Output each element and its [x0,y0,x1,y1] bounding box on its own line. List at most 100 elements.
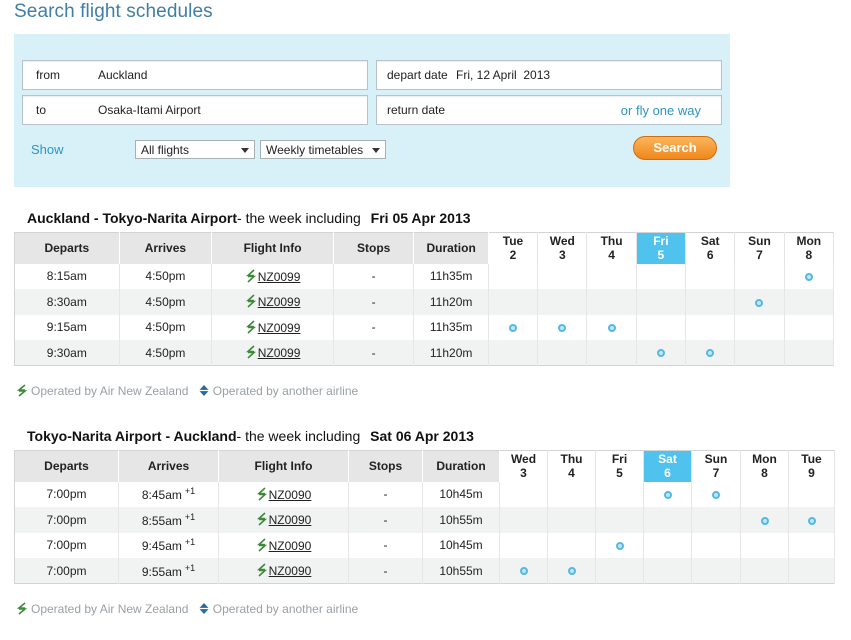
fly-one-way-link[interactable]: or fly one way [621,103,701,118]
day-name: Tue [801,452,822,467]
day-cell [586,340,637,366]
day-cell[interactable] [537,314,588,340]
header-row: Departs Arrives Flight Info Stops Duration We… [14,450,835,482]
to-value: Osaka-Itami Airport [98,103,201,117]
flight-number-link[interactable]: NZ0090 [269,539,312,553]
day-cell[interactable] [636,340,687,366]
day-name: Thu [560,452,583,467]
table-row: 9:15am 4:50pm NZ0099 -11h35m [14,314,835,340]
operates-dot-icon[interactable] [656,349,665,358]
day-cell [643,558,692,584]
day-cell[interactable] [499,558,548,584]
timetable-select[interactable]: Weekly timetables [260,140,386,159]
search-button[interactable]: Search [633,136,717,160]
table-row: 7:00pm 8:45am +1 NZ0090-10h45m [14,481,835,507]
day-name: Sat [658,452,677,467]
day-name: Sat [700,234,720,249]
next-day-badge: +1 [184,537,196,548]
day-name: Mon [796,234,822,249]
day-header: Tue 9 [788,450,835,482]
depart-date-field[interactable]: depart date Fri, 12 April 2013 [376,60,722,90]
day-cell [499,481,548,507]
operates-dot-icon[interactable] [807,516,816,525]
day-cell [740,558,789,584]
flight-number-link[interactable]: NZ0099 [258,295,301,309]
day-cell[interactable] [586,314,637,340]
day-name: Sun [704,452,728,467]
flight-number-link[interactable]: NZ0099 [258,321,301,335]
week-note: - the week including [236,428,361,444]
air-nz-icon [16,602,28,615]
column-header: Departs [14,232,120,264]
day-cell [586,263,637,289]
operates-dot-icon[interactable] [509,324,517,333]
route-title: Auckland - Tokyo-Narita Airport [27,210,238,226]
operates-dot-icon[interactable] [755,298,764,307]
operates-dot-icon[interactable] [607,324,616,333]
to-label: to [36,103,47,117]
day-number: 6 [664,466,671,481]
day-header: Fri 5 [595,450,644,482]
flight-info-cell: NZ0099 [211,340,334,366]
from-field[interactable]: from Auckland [22,60,368,90]
day-name: Wed [510,452,537,467]
day-cell [636,314,687,340]
week-date: Sat 06 Apr 2013 [370,428,474,444]
day-cell[interactable] [740,507,789,533]
day-cell [685,314,736,340]
day-header: Sun 7 [734,232,785,264]
day-cell[interactable] [788,507,835,533]
day-number: 5 [616,466,623,481]
day-cell[interactable] [488,314,539,340]
week-note: - the week including [237,210,361,226]
operates-dot-icon[interactable] [519,567,528,576]
day-cell [784,314,835,340]
return-date-label: return date [387,103,446,117]
operates-dot-icon[interactable] [663,491,672,500]
duration-cell: 10h45m [422,481,500,507]
arrives-time: 9:45am [141,539,182,554]
day-cell [643,532,692,558]
legend-air-nz: Operated by Air New Zealand [31,383,189,398]
day-cell [595,481,644,507]
day-number: 8 [805,248,813,263]
flight-number-link[interactable]: NZ0090 [269,564,312,578]
operates-dot-icon[interactable] [558,324,567,333]
flight-number-link[interactable]: NZ0090 [269,513,312,527]
flight-info-cell: NZ0090 [218,481,349,507]
day-cell[interactable] [595,532,644,558]
operates-dot-icon[interactable] [567,567,576,576]
table-row: 7:00pm 9:55am +1 NZ0090-10h55m [14,558,835,584]
departs-cell: 7:00pm [14,481,119,507]
chevron-down-icon [241,148,249,153]
operates-dot-icon[interactable] [760,516,769,525]
day-cell[interactable] [643,481,692,507]
day-cell[interactable] [734,289,785,315]
return-date-field[interactable]: return date or fly one way [376,95,722,125]
arrives-time: 9:55am [141,564,182,579]
stops-cell: - [348,507,423,533]
operates-dot-icon[interactable] [712,491,720,500]
day-cell[interactable] [547,558,596,584]
day-header: Fri 5 [636,232,687,264]
flight-number-link[interactable]: NZ0090 [269,488,312,502]
day-cell[interactable] [784,263,835,289]
day-cell[interactable] [685,340,736,366]
stops-cell: - [348,481,423,507]
header-row: Departs Arrives Flight Info Stops Duration Tu… [14,232,835,264]
day-name: Wed [549,234,575,249]
flight-filter-select[interactable]: All flights [135,140,255,159]
operates-dot-icon[interactable] [615,542,624,551]
duration-cell: 10h45m [422,532,500,558]
chevron-down-icon [372,148,380,153]
day-cell[interactable] [691,481,741,507]
flight-number-link[interactable]: NZ0099 [258,346,301,360]
route-title: Tokyo-Narita Airport - Auckland [27,428,237,444]
legend-other: Operated by another airline [212,601,359,616]
flight-number-link[interactable]: NZ0099 [258,270,301,284]
to-field[interactable]: to Osaka-Itami Airport [22,95,368,125]
show-label: Show [31,142,64,157]
operates-dot-icon[interactable] [804,273,813,282]
day-number: 2 [509,248,517,263]
operates-dot-icon[interactable] [706,349,715,358]
